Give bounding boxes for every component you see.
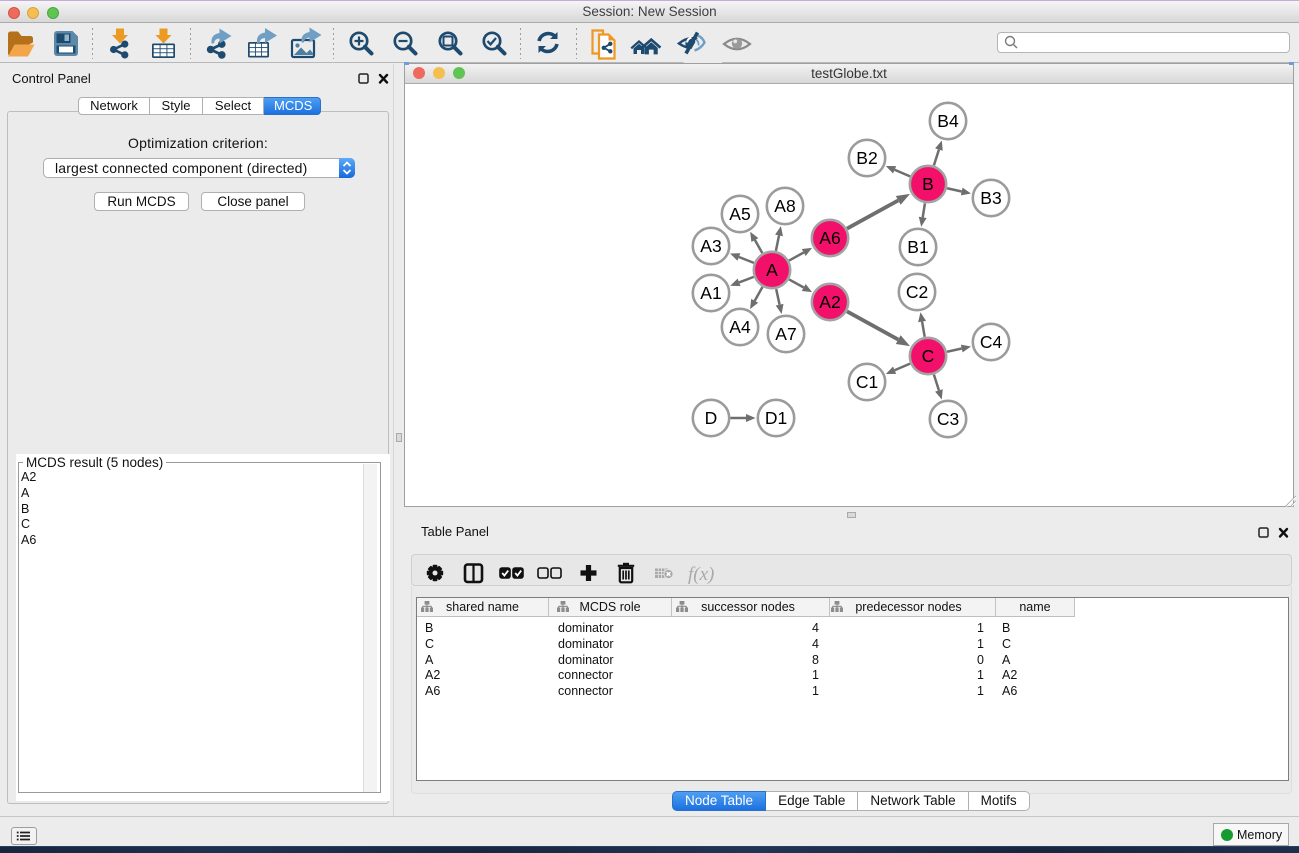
svg-text:B4: B4 bbox=[937, 111, 959, 131]
svg-text:C4: C4 bbox=[980, 332, 1003, 352]
svg-text:A7: A7 bbox=[775, 324, 796, 344]
svg-text:B3: B3 bbox=[980, 188, 1001, 208]
svg-text:A6: A6 bbox=[819, 228, 840, 248]
svg-text:C: C bbox=[922, 346, 935, 366]
svg-text:B2: B2 bbox=[856, 148, 877, 168]
svg-text:A8: A8 bbox=[774, 196, 795, 216]
svg-text:D1: D1 bbox=[765, 408, 787, 428]
svg-text:A3: A3 bbox=[700, 236, 721, 256]
svg-text:B1: B1 bbox=[907, 237, 928, 257]
svg-text:C3: C3 bbox=[937, 409, 959, 429]
svg-text:D: D bbox=[705, 408, 718, 428]
svg-text:f(x): f(x) bbox=[688, 564, 714, 585]
svg-text:C2: C2 bbox=[906, 282, 928, 302]
svg-text:A: A bbox=[766, 260, 778, 280]
svg-text:A4: A4 bbox=[729, 317, 751, 337]
svg-text:B: B bbox=[922, 174, 934, 194]
svg-text:A1: A1 bbox=[700, 283, 721, 303]
svg-text:A5: A5 bbox=[729, 204, 750, 224]
svg-text:C1: C1 bbox=[856, 372, 878, 392]
svg-text:A2: A2 bbox=[819, 292, 840, 312]
